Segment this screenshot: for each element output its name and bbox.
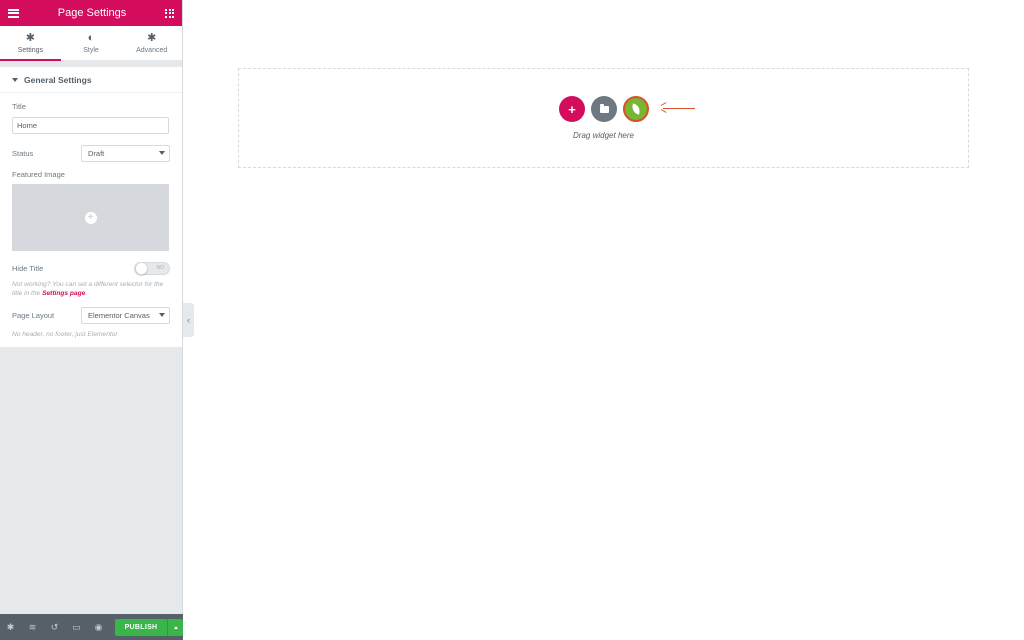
drop-hint: Drag widget here bbox=[573, 131, 634, 140]
panel-footer: ✱ ≋ ↺ ▭ ◉ PUBLISH bbox=[0, 614, 183, 640]
page-layout-control: Page Layout Elementor Canvas No header, … bbox=[0, 306, 182, 339]
hide-title-control: Hide Title NO Not working? You can set a… bbox=[0, 261, 182, 298]
hide-title-note: Not working? You can set a different sel… bbox=[12, 280, 170, 298]
tab-style[interactable]: ◐ Style bbox=[61, 26, 122, 60]
layers-icon[interactable]: ≋ bbox=[27, 622, 38, 633]
tab-advanced[interactable]: ✱ Advanced bbox=[121, 26, 182, 60]
section-title: General Settings bbox=[24, 74, 92, 85]
hide-title-note-text: Not working? You can set a different sel… bbox=[12, 281, 164, 297]
tab-advanced-label: Advanced bbox=[136, 46, 168, 54]
gear-icon: ✱ bbox=[25, 31, 35, 44]
history-icon[interactable]: ↺ bbox=[49, 622, 60, 633]
drop-zone[interactable]: + Drag widget here bbox=[238, 68, 969, 168]
publish-button[interactable]: PUBLISH bbox=[115, 618, 167, 636]
title-control: Title bbox=[0, 102, 182, 134]
drop-zone-buttons: + bbox=[559, 96, 655, 122]
preview-icon[interactable]: ◉ bbox=[93, 622, 104, 633]
contrast-icon: ◐ bbox=[87, 31, 95, 44]
title-input[interactable] bbox=[12, 117, 169, 134]
settings-icon[interactable]: ✱ bbox=[5, 622, 16, 633]
hide-title-label: Hide Title bbox=[12, 263, 44, 273]
tab-settings-label: Settings bbox=[17, 46, 43, 54]
add-image-icon: + bbox=[84, 211, 97, 224]
title-label: Title bbox=[12, 102, 26, 111]
page-layout-value: Elementor Canvas bbox=[88, 310, 150, 320]
section-general-settings[interactable]: General Settings bbox=[0, 67, 182, 93]
responsive-icon[interactable]: ▭ bbox=[71, 622, 82, 633]
status-control: Status Draft bbox=[0, 144, 182, 162]
menu-icon[interactable] bbox=[8, 8, 19, 18]
featured-image-picker[interactable]: + bbox=[12, 184, 169, 251]
template-library-button[interactable] bbox=[591, 96, 617, 122]
hide-title-note-end: . bbox=[85, 290, 88, 297]
status-select[interactable]: Draft bbox=[81, 144, 170, 162]
page-layout-label: Page Layout bbox=[12, 310, 55, 320]
widgets-grid-icon[interactable] bbox=[165, 8, 174, 18]
page-layout-select[interactable]: Elementor Canvas bbox=[81, 306, 170, 324]
publish-options-button[interactable] bbox=[167, 618, 183, 636]
settings-body: General Settings Title Status Draft Feat… bbox=[0, 67, 182, 347]
chevron-up-icon bbox=[173, 625, 178, 629]
panel-tabs: ✱ Settings ◐ Style ✱ Advanced bbox=[0, 26, 182, 61]
envato-kits-button[interactable] bbox=[623, 96, 649, 122]
panel-header: Page Settings bbox=[0, 0, 182, 26]
folder-icon bbox=[599, 103, 609, 113]
editor-panel: Page Settings ✱ Settings ◐ Style ✱ Advan… bbox=[0, 0, 183, 640]
leaf-icon bbox=[631, 103, 641, 115]
collapse-panel-handle[interactable]: ‹ bbox=[183, 303, 194, 337]
chevron-down-icon bbox=[159, 151, 165, 155]
publish-group: PUBLISH bbox=[115, 618, 183, 636]
annotation-arrow bbox=[660, 102, 695, 113]
status-label: Status bbox=[12, 148, 34, 158]
tab-style-label: Style bbox=[83, 46, 99, 54]
add-section-button[interactable]: + bbox=[559, 96, 585, 122]
plus-icon: + bbox=[568, 101, 576, 117]
toggle-knob bbox=[135, 261, 148, 275]
featured-image-control: Featured Image + bbox=[0, 170, 182, 251]
featured-image-label: Featured Image bbox=[12, 170, 65, 179]
toggle-state-text: NO bbox=[156, 265, 165, 271]
gear-icon: ✱ bbox=[147, 31, 157, 44]
panel-title: Page Settings bbox=[57, 7, 127, 19]
tab-settings[interactable]: ✱ Settings bbox=[0, 26, 61, 61]
page-layout-note: No header, no footer, just Elementor bbox=[12, 331, 118, 338]
status-value: Draft bbox=[88, 148, 105, 158]
chevron-down-icon bbox=[159, 313, 165, 317]
hide-title-toggle[interactable]: NO bbox=[134, 261, 170, 275]
chevron-left-icon: ‹ bbox=[187, 315, 190, 325]
caret-down-icon bbox=[12, 77, 18, 82]
settings-page-link[interactable]: Settings page bbox=[42, 290, 85, 297]
